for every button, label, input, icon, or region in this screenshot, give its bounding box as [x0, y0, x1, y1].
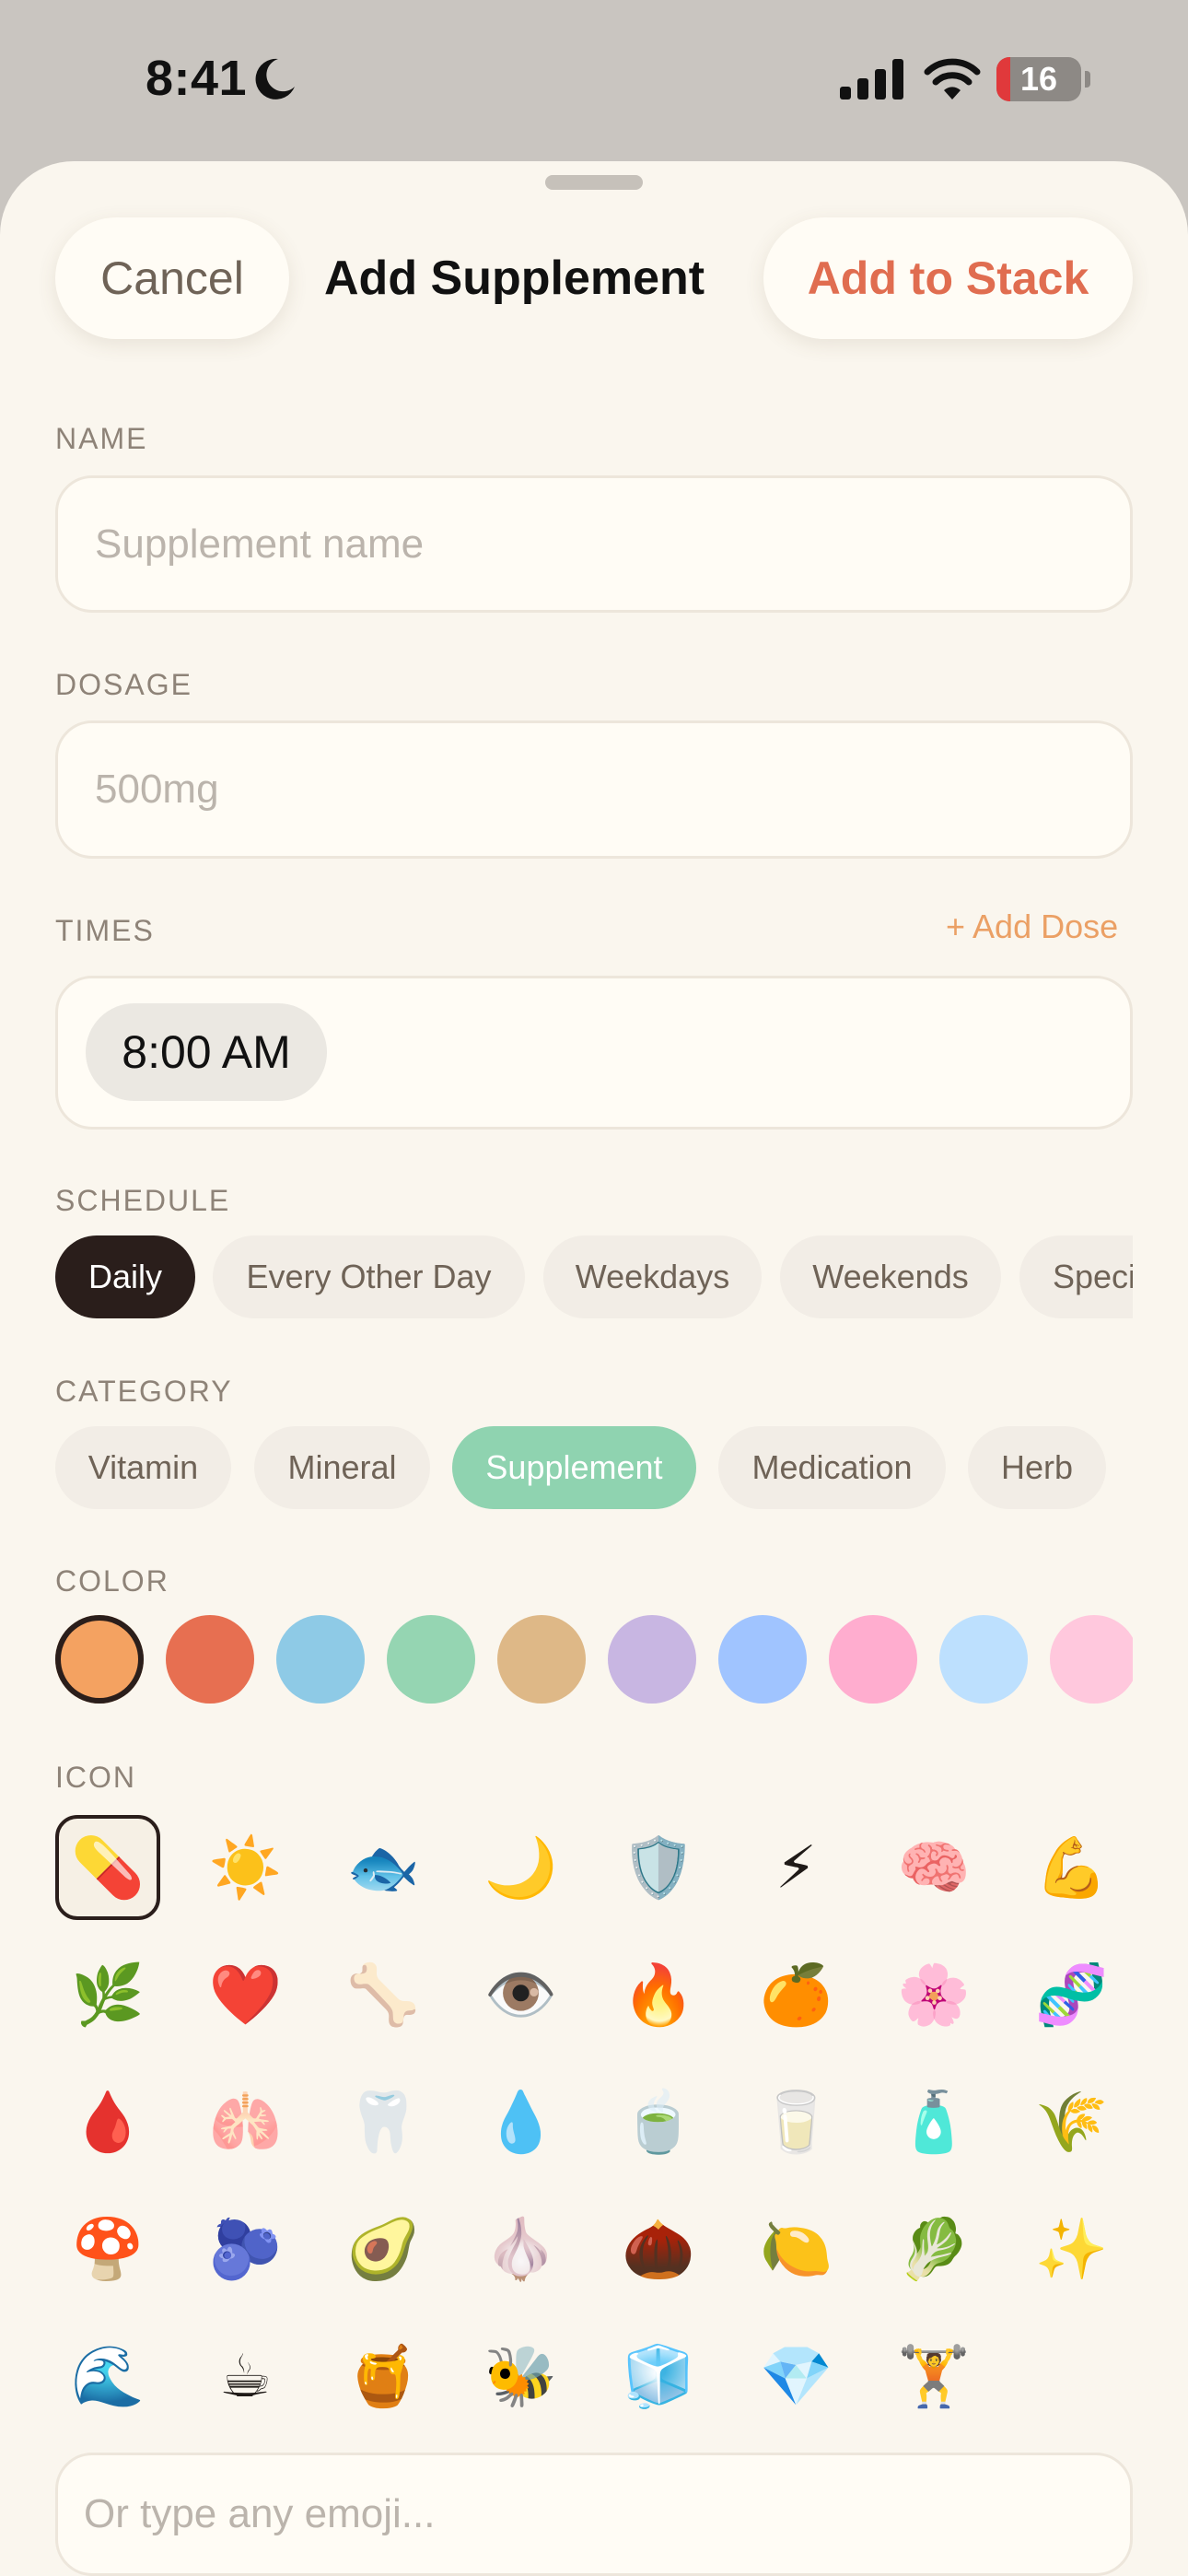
- color-swatch[interactable]: [387, 1615, 475, 1704]
- category-label: CATEGORY: [55, 1375, 233, 1408]
- lightning-icon[interactable]: ⚡: [744, 1815, 849, 1920]
- add-supplement-sheet: Cancel Add Supplement Add to Stack NAME …: [0, 161, 1188, 2576]
- orange-icon[interactable]: 🍊: [744, 1942, 849, 2047]
- coffee-icon[interactable]: ☕: [193, 2324, 298, 2429]
- color-swatch[interactable]: [1050, 1615, 1133, 1704]
- schedule-label: SCHEDULE: [55, 1184, 231, 1217]
- color-options: [55, 1615, 1133, 1707]
- bee-icon[interactable]: 🐝: [469, 2324, 574, 2429]
- mushroom-icon[interactable]: 🍄: [55, 2196, 160, 2301]
- cherry-blossom-icon[interactable]: 🌸: [881, 1942, 986, 2047]
- wifi-icon: [924, 58, 981, 100]
- cancel-button[interactable]: Cancel: [55, 217, 289, 339]
- herb-icon[interactable]: 🌿: [55, 1942, 160, 2047]
- tea-icon[interactable]: 🍵: [606, 2069, 711, 2174]
- lungs-icon[interactable]: 🫁: [193, 2069, 298, 2174]
- color-swatch[interactable]: [718, 1615, 807, 1704]
- milk-icon[interactable]: 🥛: [744, 2069, 849, 2174]
- time-chip[interactable]: 8:00 AM: [86, 1003, 327, 1101]
- status-time: 8:41: [146, 51, 248, 106]
- icon-label: ICON: [55, 1761, 136, 1794]
- dosage-label: DOSAGE: [55, 668, 192, 701]
- battery-nub: [1085, 71, 1090, 88]
- sun-icon[interactable]: ☀️: [193, 1815, 298, 1920]
- status-bar: 8:41 16: [0, 0, 1188, 161]
- flexed-bicep-icon[interactable]: 💪: [1019, 1815, 1124, 1920]
- color-swatch[interactable]: [608, 1615, 696, 1704]
- avocado-icon[interactable]: 🥑: [331, 2196, 436, 2301]
- bone-icon[interactable]: 🦴: [331, 1942, 436, 2047]
- emoji-field-container: [55, 2453, 1133, 2576]
- pill-icon[interactable]: 💊: [55, 1815, 160, 1920]
- category-option-herb[interactable]: Herb: [968, 1426, 1106, 1509]
- color-swatch[interactable]: [939, 1615, 1028, 1704]
- schedule-option-weekdays[interactable]: Weekdays: [543, 1235, 762, 1318]
- rice-plant-icon[interactable]: 🌾: [1019, 2069, 1124, 2174]
- icon-grid: 💊 ☀️ 🐟 🌙 🛡️ ⚡ 🧠 💪 🌿 ❤️ 🦴 👁️ 🔥 🍊 🌸 🧬 🩸 🫁 🦷 💧 🍵 🥛 🧴 🌾 🍄 🫐 🥑 🧄 🌰 🍋 🥬 ✨ 🌊 ☕ 🍯 🐝…: [55, 1815, 1133, 2414]
- brain-icon[interactable]: 🧠: [881, 1815, 986, 1920]
- color-swatch[interactable]: [166, 1615, 254, 1704]
- heart-icon[interactable]: ❤️: [193, 1942, 298, 2047]
- add-dose-button[interactable]: + Add Dose: [946, 907, 1118, 946]
- category-option-supplement[interactable]: Supplement: [452, 1426, 696, 1509]
- fire-icon[interactable]: 🔥: [606, 1942, 711, 2047]
- schedule-option-weekends[interactable]: Weekends: [780, 1235, 1001, 1318]
- water-drop-icon[interactable]: 💧: [469, 2069, 574, 2174]
- blueberries-icon[interactable]: 🫐: [193, 2196, 298, 2301]
- lemon-icon[interactable]: 🍋: [744, 2196, 849, 2301]
- honey-pot-icon[interactable]: 🍯: [331, 2324, 436, 2429]
- lotion-bottle-icon[interactable]: 🧴: [881, 2069, 986, 2174]
- color-swatch[interactable]: [55, 1615, 144, 1704]
- category-option-medication[interactable]: Medication: [718, 1426, 946, 1509]
- garlic-icon[interactable]: 🧄: [469, 2196, 574, 2301]
- tooth-icon[interactable]: 🦷: [331, 2069, 436, 2174]
- dna-icon[interactable]: 🧬: [1019, 1942, 1124, 2047]
- signal-icon: [840, 59, 903, 100]
- chestnut-icon[interactable]: 🌰: [606, 2196, 711, 2301]
- crescent-moon-icon[interactable]: 🌙: [469, 1815, 574, 1920]
- times-label: TIMES: [55, 914, 155, 947]
- eye-icon[interactable]: 👁️: [469, 1942, 574, 2047]
- schedule-options: Daily Every Other Day Weekdays Weekends …: [55, 1235, 1133, 1318]
- name-input[interactable]: [58, 478, 1130, 610]
- category-options: Vitamin Mineral Supplement Medication He…: [55, 1426, 1133, 1509]
- moon-icon: [255, 58, 295, 100]
- color-swatch[interactable]: [276, 1615, 365, 1704]
- shield-icon[interactable]: 🛡️: [606, 1815, 711, 1920]
- sheet-title: Add Supplement: [324, 252, 705, 305]
- dosage-field-container: [55, 720, 1133, 859]
- fish-icon[interactable]: 🐟: [331, 1815, 436, 1920]
- ice-cube-icon[interactable]: 🧊: [606, 2324, 711, 2429]
- sparkles-icon[interactable]: ✨: [1019, 2196, 1124, 2301]
- color-swatch[interactable]: [829, 1615, 917, 1704]
- battery-level-text: 16: [1019, 60, 1058, 98]
- schedule-option-daily[interactable]: Daily: [55, 1235, 195, 1318]
- color-label: COLOR: [55, 1564, 169, 1598]
- schedule-option-every-other-day[interactable]: Every Other Day: [213, 1235, 525, 1318]
- battery-icon: 16: [996, 57, 1081, 101]
- add-to-stack-button[interactable]: Add to Stack: [763, 217, 1133, 339]
- emoji-input[interactable]: [58, 2455, 1130, 2573]
- category-option-mineral[interactable]: Mineral: [254, 1426, 430, 1509]
- times-container: 8:00 AM: [55, 976, 1133, 1130]
- wave-icon[interactable]: 🌊: [55, 2324, 160, 2429]
- schedule-option-specific[interactable]: Speci: [1019, 1235, 1133, 1318]
- weightlifter-icon[interactable]: 🏋️: [881, 2324, 986, 2429]
- leafy-green-icon[interactable]: 🥬: [881, 2196, 986, 2301]
- category-option-vitamin[interactable]: Vitamin: [55, 1426, 231, 1509]
- blood-drop-icon[interactable]: 🩸: [55, 2069, 160, 2174]
- name-field-container: [55, 475, 1133, 613]
- color-swatch[interactable]: [497, 1615, 586, 1704]
- name-label: NAME: [55, 422, 148, 455]
- sheet-grabber[interactable]: [545, 175, 643, 190]
- gem-icon[interactable]: 💎: [744, 2324, 849, 2429]
- dosage-input[interactable]: [58, 723, 1130, 856]
